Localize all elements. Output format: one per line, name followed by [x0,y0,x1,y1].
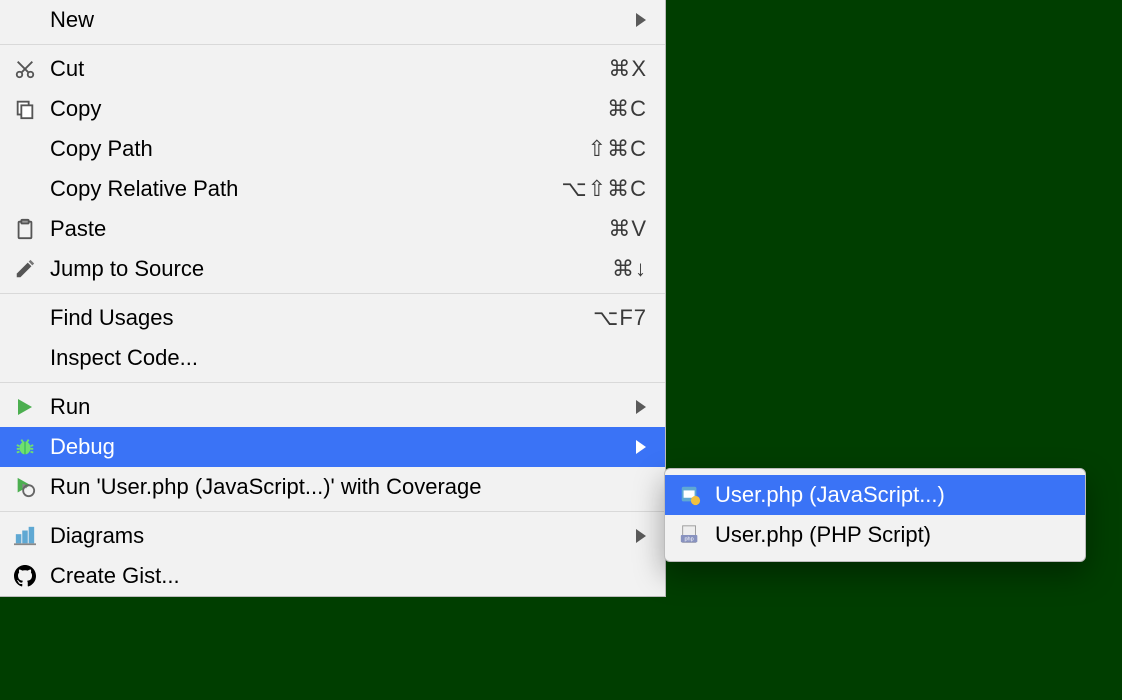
svg-text:php: php [684,537,693,543]
debug-icon [14,436,50,458]
menu-label: Copy Relative Path [50,176,561,202]
menu-item-cut[interactable]: Cut ⌘X [0,49,665,89]
menu-item-run[interactable]: Run [0,387,665,427]
menu-item-copy-relative-path[interactable]: Copy Relative Path ⌥⇧⌘C [0,169,665,209]
diagrams-icon [14,525,50,547]
copy-icon [14,98,50,120]
menu-item-new[interactable]: New [0,0,665,40]
menu-label: Paste [50,216,608,242]
context-menu: New Cut ⌘X Copy ⌘C Copy Path ⇧⌘C Co [0,0,666,597]
shortcut: ⌥F7 [593,305,647,331]
menu-label: Run [50,394,623,420]
chevron-right-icon [635,13,647,27]
menu-item-inspect-code[interactable]: Inspect Code... [0,338,665,378]
menu-item-debug[interactable]: Debug [0,427,665,467]
coverage-icon [14,476,50,498]
separator [0,511,665,512]
menu-item-find-usages[interactable]: Find Usages ⌥F7 [0,298,665,338]
edit-icon [14,258,50,280]
menu-item-create-gist[interactable]: Create Gist... [0,556,665,596]
menu-label: Copy [50,96,607,122]
cut-icon [14,58,50,80]
menu-label: Run 'User.php (JavaScript...)' with Cove… [50,474,647,500]
menu-item-run-coverage[interactable]: Run 'User.php (JavaScript...)' with Cove… [0,467,665,507]
php-file-icon: php [679,524,715,546]
separator [0,382,665,383]
menu-label: Create Gist... [50,563,647,589]
menu-label: Find Usages [50,305,593,331]
menu-item-copy-path[interactable]: Copy Path ⇧⌘C [0,129,665,169]
submenu-label: User.php (JavaScript...) [715,482,1067,508]
menu-label: Inspect Code... [50,345,647,371]
menu-item-paste[interactable]: Paste ⌘V [0,209,665,249]
run-icon [14,397,50,417]
shortcut: ⌥⇧⌘C [561,176,647,202]
js-debug-icon [679,484,715,506]
shortcut: ⌘C [607,96,647,122]
shortcut: ⌘X [608,56,647,82]
chevron-right-icon [635,400,647,414]
menu-label: New [50,7,623,33]
debug-submenu: User.php (JavaScript...) php User.php (P… [664,468,1086,562]
menu-label: Diagrams [50,523,623,549]
shortcut: ⇧⌘C [588,136,647,162]
menu-item-diagrams[interactable]: Diagrams [0,516,665,556]
menu-label: Cut [50,56,608,82]
separator [0,44,665,45]
menu-item-copy[interactable]: Copy ⌘C [0,89,665,129]
submenu-label: User.php (PHP Script) [715,522,1067,548]
shortcut: ⌘↓ [612,256,647,282]
chevron-right-icon [635,529,647,543]
chevron-right-icon [635,440,647,454]
submenu-item-debug-php[interactable]: php User.php (PHP Script) [665,515,1085,555]
menu-label: Debug [50,434,623,460]
github-icon [14,565,50,587]
menu-item-jump-to-source[interactable]: Jump to Source ⌘↓ [0,249,665,289]
submenu-item-debug-js[interactable]: User.php (JavaScript...) [665,475,1085,515]
menu-label: Jump to Source [50,256,612,282]
paste-icon [14,218,50,240]
shortcut: ⌘V [608,216,647,242]
separator [0,293,665,294]
menu-label: Copy Path [50,136,588,162]
